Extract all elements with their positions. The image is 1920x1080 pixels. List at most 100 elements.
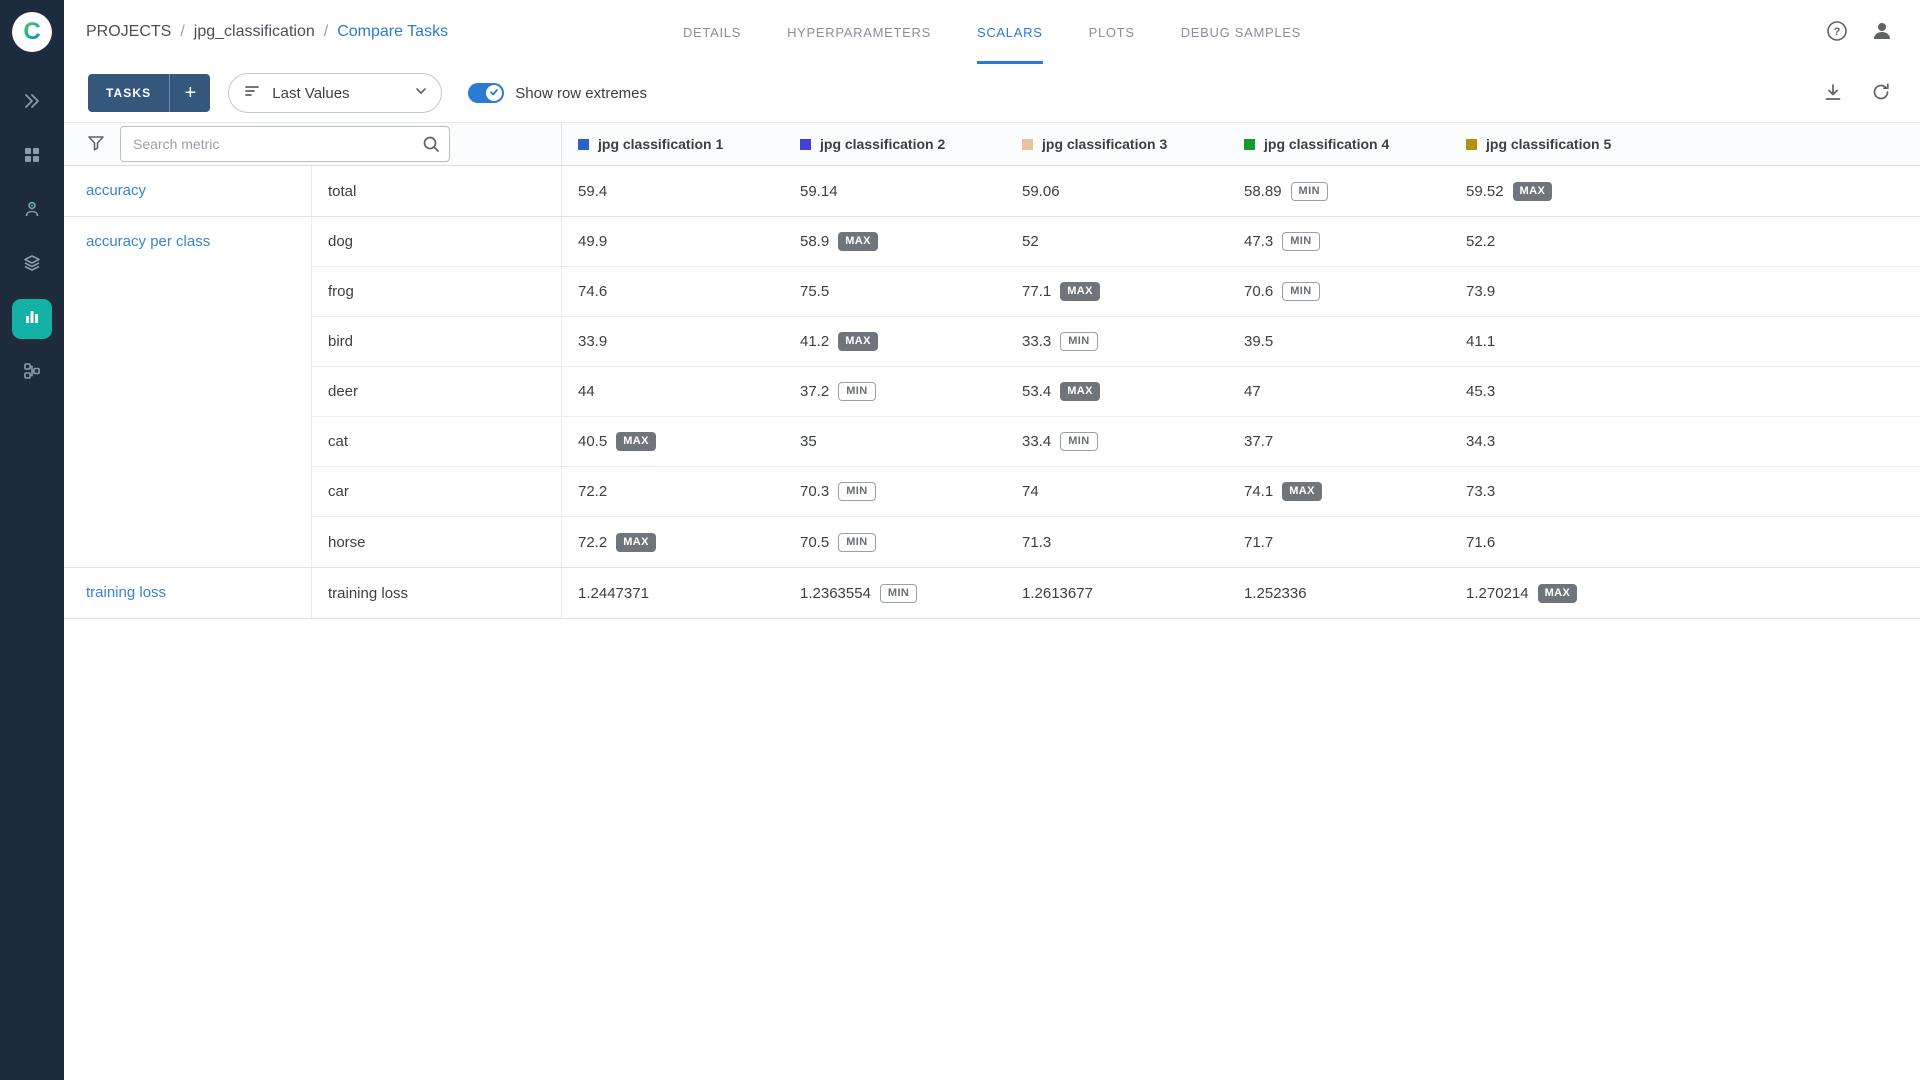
metric-value-cell: 74.6	[562, 267, 784, 316]
metric-link[interactable]: accuracy	[86, 182, 146, 199]
metric-value: 44	[578, 383, 595, 400]
task-column-header[interactable]: jpg classification 4	[1228, 123, 1450, 165]
task-column-header[interactable]: jpg classification 2	[784, 123, 1006, 165]
download-button[interactable]	[1822, 81, 1844, 106]
metric-value-cell: 49.9	[562, 217, 784, 266]
top-bar: PROJECTS / jpg_classification / Compare …	[64, 0, 1920, 64]
breadcrumb-projects[interactable]: PROJECTS	[86, 23, 171, 41]
breadcrumb-project-name[interactable]: jpg_classification	[194, 23, 315, 41]
variant-cell: total	[312, 166, 562, 216]
metric-value: 58.89	[1244, 183, 1282, 200]
extreme-badge: MAX	[1538, 584, 1578, 603]
sidebar-item-datasets[interactable]	[12, 245, 52, 285]
tab-details[interactable]: DETAILS	[683, 0, 741, 64]
values-mode-dropdown[interactable]: Last Values	[228, 73, 442, 113]
breadcrumb-separator: /	[180, 23, 184, 41]
layers-icon	[22, 253, 42, 278]
task-column-header[interactable]: jpg classification 1	[562, 123, 784, 165]
tab-plots[interactable]: PLOTS	[1089, 0, 1135, 64]
sidebar-item-pipelines[interactable]	[12, 353, 52, 393]
metric-value-cell: 1.2447371	[562, 568, 784, 618]
extreme-badge: MAX	[1060, 282, 1100, 301]
tasks-button[interactable]: TASKS	[88, 74, 169, 112]
metric-value-cell: 71.7	[1228, 517, 1450, 567]
metric-value-cell: 53.4MAX	[1006, 367, 1228, 416]
tab-scalars[interactable]: SCALARS	[977, 0, 1043, 64]
extreme-badge: MAX	[616, 432, 656, 451]
extreme-badge: MIN	[838, 382, 875, 401]
metric-value: 52.2	[1466, 233, 1495, 250]
table-row: car 72.2 70.3MIN 74 74.1MAX 73.3	[312, 467, 1920, 517]
extreme-badge: MAX	[1282, 482, 1322, 501]
logo-letter: C	[23, 20, 40, 44]
app: C PROJECTS / jpg_classification /	[0, 0, 1920, 1080]
task-column-label: jpg classification 1	[598, 136, 723, 152]
pipeline-icon	[22, 361, 42, 386]
metric-group: accuracy per class dog 49.9 58.9MAX 52 4…	[64, 217, 1920, 568]
sidebar-item-dashboard[interactable]	[12, 137, 52, 177]
sidebar-item-experiments[interactable]	[12, 299, 52, 339]
sort-icon	[243, 82, 261, 105]
metric-value-cell: 70.5MIN	[784, 517, 1006, 567]
show-extremes-toggle[interactable]	[468, 83, 504, 103]
refresh-button[interactable]	[1870, 81, 1892, 106]
clearml-logo[interactable]: C	[12, 12, 52, 52]
task-column-header[interactable]: jpg classification 5	[1450, 123, 1920, 165]
group-rows: dog 49.9 58.9MAX 52 47.3MIN 52.2 frog 74…	[312, 217, 1920, 567]
metric-value-cell: 52.2	[1450, 217, 1920, 266]
filter-button[interactable]	[86, 133, 106, 156]
table-row: total 59.4 59.14 59.06 58.89MIN 59.52MAX	[312, 166, 1920, 216]
metric-value-cell: 33.3MIN	[1006, 317, 1228, 366]
metric-value: 59.14	[800, 183, 838, 200]
metric-value: 37.2	[800, 383, 829, 400]
sidebar-item-workers[interactable]	[12, 191, 52, 231]
extreme-badge: MIN	[880, 584, 917, 603]
bar-chart-icon	[22, 307, 42, 332]
metric-value: 34.3	[1466, 433, 1495, 450]
add-task-button[interactable]: +	[170, 74, 210, 112]
metric-value: 74.1	[1244, 483, 1273, 500]
extreme-badge: MIN	[1060, 332, 1097, 351]
page-tabs: DETAILS HYPERPARAMETERS SCALARS PLOTS DE…	[683, 0, 1301, 64]
search-input[interactable]	[120, 126, 450, 162]
svg-text:?: ?	[1834, 26, 1841, 38]
tab-debug-samples[interactable]: DEBUG SAMPLES	[1181, 0, 1301, 64]
metric-value-cell: 73.9	[1450, 267, 1920, 316]
metric-value-cell: 59.14	[784, 166, 1006, 216]
metric-value: 47	[1244, 383, 1261, 400]
metric-value-cell: 59.4	[562, 166, 784, 216]
metric-value: 1.252336	[1244, 585, 1307, 602]
extreme-badge: MIN	[838, 482, 875, 501]
user-menu-button[interactable]	[1870, 19, 1894, 46]
sidebar-item-launch[interactable]	[12, 83, 52, 123]
worker-icon	[22, 199, 42, 224]
table-header-left	[64, 123, 562, 165]
metric-value: 72.2	[578, 534, 607, 551]
extreme-badge: MAX	[838, 232, 878, 251]
tab-hyperparameters[interactable]: HYPERPARAMETERS	[787, 0, 931, 64]
metric-link[interactable]: accuracy per class	[86, 233, 210, 250]
variant-cell: dog	[312, 217, 562, 266]
metric-value-cell: 70.3MIN	[784, 467, 1006, 516]
extreme-badge: MIN	[1282, 282, 1319, 301]
variant-cell: frog	[312, 267, 562, 316]
metric-value-cell: 72.2	[562, 467, 784, 516]
show-extremes-control: Show row extremes	[468, 83, 647, 103]
help-button[interactable]: ?	[1826, 20, 1848, 45]
metric-value: 59.4	[578, 183, 607, 200]
metric-value: 71.6	[1466, 534, 1495, 551]
metric-value-cell: 47	[1228, 367, 1450, 416]
task-column-header[interactable]: jpg classification 3	[1006, 123, 1228, 165]
task-column-label: jpg classification 3	[1042, 136, 1167, 152]
metric-value-cell: 45.3	[1450, 367, 1920, 416]
metric-link[interactable]: training loss	[86, 584, 166, 601]
extreme-badge: MIN	[1291, 182, 1328, 201]
extreme-badge: MAX	[1513, 182, 1553, 201]
table-row: frog 74.6 75.5 77.1MAX 70.6MIN 73.9	[312, 267, 1920, 317]
metric-value-cell: 1.2363554MIN	[784, 568, 1006, 618]
metric-value-cell: 70.6MIN	[1228, 267, 1450, 316]
metric-value: 41.2	[800, 333, 829, 350]
metric-value: 39.5	[1244, 333, 1273, 350]
metric-value: 33.9	[578, 333, 607, 350]
metric-value: 33.4	[1022, 433, 1051, 450]
